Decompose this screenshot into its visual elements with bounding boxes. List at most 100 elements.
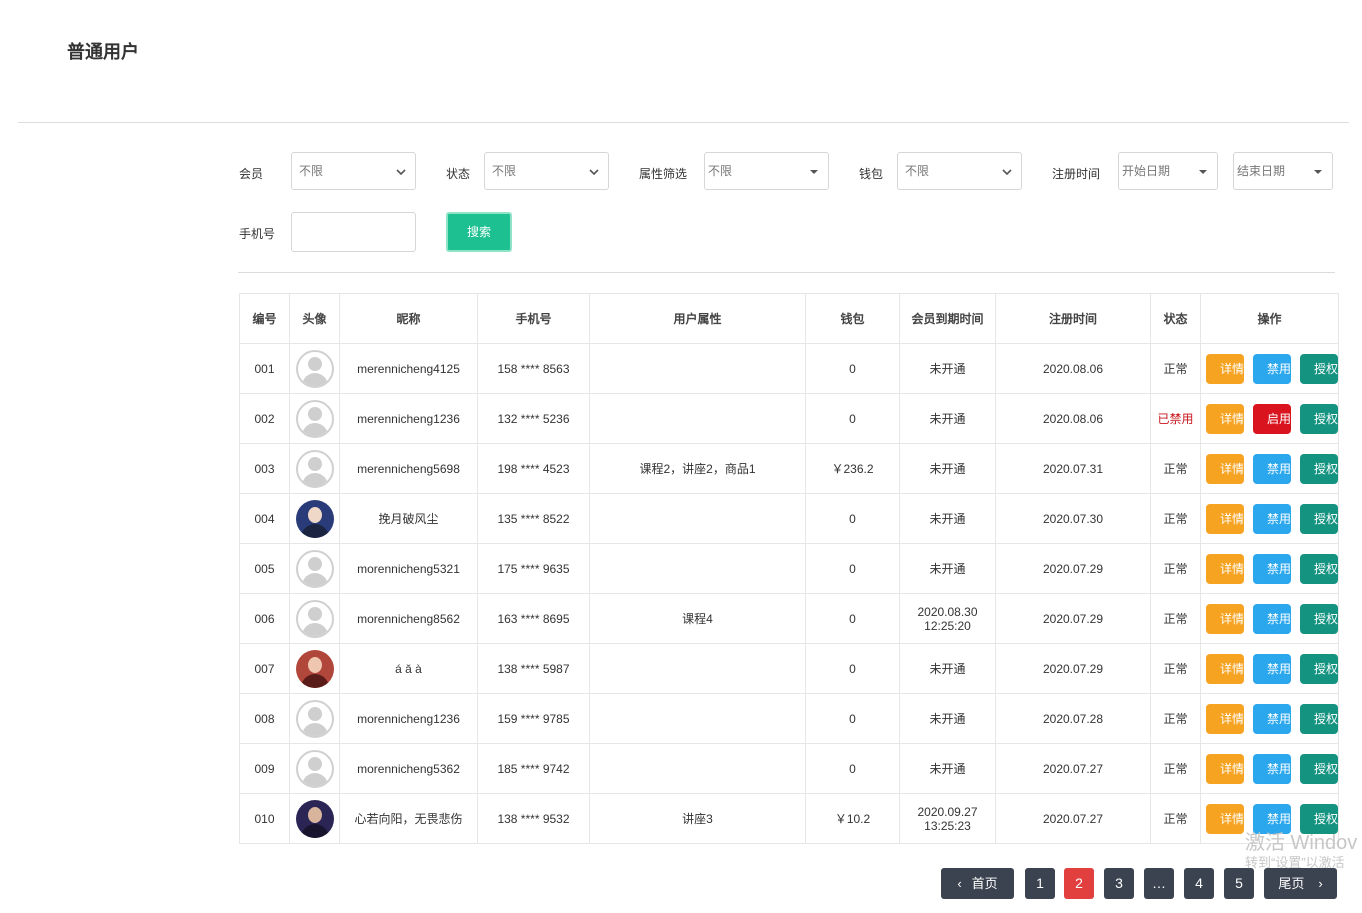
ban-button[interactable]: 禁用 (1253, 453, 1291, 484)
col-header-status: 状态 (1150, 293, 1201, 344)
attribute-select[interactable]: 不限 (704, 152, 829, 190)
page-title: 普通用户 (67, 42, 139, 62)
col-header-phone: 手机号 (477, 293, 590, 344)
filter-status-label: 状态 (446, 167, 471, 181)
chevron-down-icon (396, 169, 406, 176)
authorize-button[interactable]: 授权 (1300, 453, 1338, 484)
table-row: 001 merennicheng4125 158 **** 8563 0 未开通 2020… (239, 343, 1339, 394)
cell-actions: 详情 禁用 授权 (1200, 643, 1339, 694)
cell-wallet: 0 (805, 743, 900, 794)
detail-button[interactable]: 详情 (1206, 403, 1244, 434)
cell-attributes (589, 343, 806, 394)
detail-button[interactable]: 详情 (1206, 453, 1244, 484)
member-select[interactable]: 不限 (291, 152, 416, 190)
first-page-button[interactable]: ‹ 首页 (941, 868, 1014, 899)
enable-button[interactable]: 启用 (1253, 403, 1291, 434)
cell-expire: 未开通 (899, 493, 996, 544)
page-button-4[interactable]: 4 (1184, 868, 1214, 899)
cell-id: 004 (239, 493, 290, 544)
cell-phone: 163 **** 8695 (477, 593, 590, 644)
detail-button[interactable]: 详情 (1206, 803, 1244, 834)
table-row: 007 á ǎ à 138 **** 5987 0 未开通 2020.07.29 正常 详情禁… (239, 643, 1339, 694)
authorize-button[interactable]: 授权 (1300, 403, 1338, 434)
filter-divider (238, 272, 1335, 273)
cell-actions: 详情 启用 授权 (1200, 393, 1339, 444)
cell-wallet: 0 (805, 543, 900, 594)
cell-wallet: 0 (805, 693, 900, 744)
cell-expire: 未开通 (899, 643, 996, 694)
page-ellipsis: … (1144, 868, 1174, 899)
status-select[interactable]: 不限 (484, 152, 609, 190)
authorize-button[interactable]: 授权 (1300, 753, 1338, 784)
cell-register: 2020.07.29 (995, 643, 1151, 694)
detail-button[interactable]: 详情 (1206, 553, 1244, 584)
cell-register: 2020.07.27 (995, 793, 1151, 844)
cell-attributes: 课程2，讲座2，商品1 (589, 443, 806, 494)
cell-phone: 135 **** 8522 (477, 493, 590, 544)
col-header-attributes: 用户属性 (589, 293, 806, 344)
detail-button[interactable]: 详情 (1206, 653, 1244, 684)
start-date-select[interactable]: 开始日期 (1118, 152, 1218, 190)
chevron-down-icon (1002, 169, 1012, 176)
cell-status: 正常 (1150, 643, 1201, 694)
cell-nickname: morennicheng5362 (339, 743, 478, 794)
authorize-button[interactable]: 授权 (1300, 553, 1338, 584)
end-date-select[interactable]: 结束日期 (1233, 152, 1333, 190)
last-page-label: 尾页 (1278, 876, 1305, 891)
ban-button[interactable]: 禁用 (1253, 603, 1291, 634)
ban-button[interactable]: 禁用 (1253, 653, 1291, 684)
authorize-button[interactable]: 授权 (1300, 703, 1338, 734)
cell-phone: 138 **** 5987 (477, 643, 590, 694)
cell-nickname: á ǎ à (339, 643, 478, 694)
cell-id: 002 (239, 393, 290, 444)
cell-nickname: 挽月破风尘 (339, 493, 478, 544)
detail-button[interactable]: 详情 (1206, 353, 1244, 384)
page-button-2[interactable]: 2 (1064, 868, 1094, 899)
last-page-button[interactable]: 尾页 › (1264, 868, 1337, 899)
cell-nickname: 心若向阳，无畏悲伤 (339, 793, 478, 844)
cell-phone: 132 **** 5236 (477, 393, 590, 444)
default-avatar-icon (295, 449, 334, 488)
cell-status: 正常 (1150, 543, 1201, 594)
filter-register-time-label: 注册时间 (1052, 167, 1101, 181)
detail-button[interactable]: 详情 (1206, 503, 1244, 534)
cell-phone: 159 **** 9785 (477, 693, 590, 744)
ban-button[interactable]: 禁用 (1253, 703, 1291, 734)
detail-button[interactable]: 详情 (1206, 753, 1244, 784)
table-row: 006 morennicheng8562 163 **** 8695 课程4 0 2020… (239, 593, 1339, 644)
cell-avatar (289, 793, 340, 844)
table-row: 004 挽月破风尘 135 **** 8522 0 未开通 2020.07.30 正常 详情禁… (239, 493, 1339, 544)
cell-actions: 详情 禁用 授权 (1200, 493, 1339, 544)
authorize-button[interactable]: 授权 (1300, 603, 1338, 634)
cell-attributes (589, 743, 806, 794)
cell-avatar (289, 443, 340, 494)
page-button-1[interactable]: 1 (1025, 868, 1055, 899)
cell-expire: 未开通 (899, 743, 996, 794)
first-page-label: 首页 (971, 876, 998, 891)
authorize-button[interactable]: 授权 (1300, 653, 1338, 684)
col-header-expire: 会员到期时间 (899, 293, 996, 344)
page-button-3[interactable]: 3 (1104, 868, 1134, 899)
search-button[interactable]: 搜索 (446, 212, 512, 252)
wallet-select[interactable]: 不限 (897, 152, 1022, 190)
detail-button[interactable]: 详情 (1206, 703, 1244, 734)
detail-button[interactable]: 详情 (1206, 603, 1244, 634)
ban-button[interactable]: 禁用 (1253, 553, 1291, 584)
filter-phone-label: 手机号 (239, 227, 276, 241)
user-table: 编号 头像 昵称 手机号 用户属性 钱包 会员到期时间 注册时间 状态 操作 0… (239, 293, 1339, 844)
wallet-select-value: 不限 (905, 164, 930, 178)
ban-button[interactable]: 禁用 (1253, 753, 1291, 784)
authorize-button[interactable]: 授权 (1300, 503, 1338, 534)
cell-attributes: 课程4 (589, 593, 806, 644)
cell-actions: 详情 禁用 授权 (1200, 693, 1339, 744)
authorize-button[interactable]: 授权 (1300, 353, 1338, 384)
cell-expire: 未开通 (899, 693, 996, 744)
default-avatar-icon (295, 549, 334, 588)
ban-button[interactable]: 禁用 (1253, 503, 1291, 534)
ban-button[interactable]: 禁用 (1253, 353, 1291, 384)
page-button-5[interactable]: 5 (1224, 868, 1254, 899)
phone-input[interactable] (291, 212, 416, 252)
cell-avatar (289, 593, 340, 644)
cell-actions: 详情 禁用 授权 (1200, 343, 1339, 394)
cell-nickname: morennicheng5321 (339, 543, 478, 594)
